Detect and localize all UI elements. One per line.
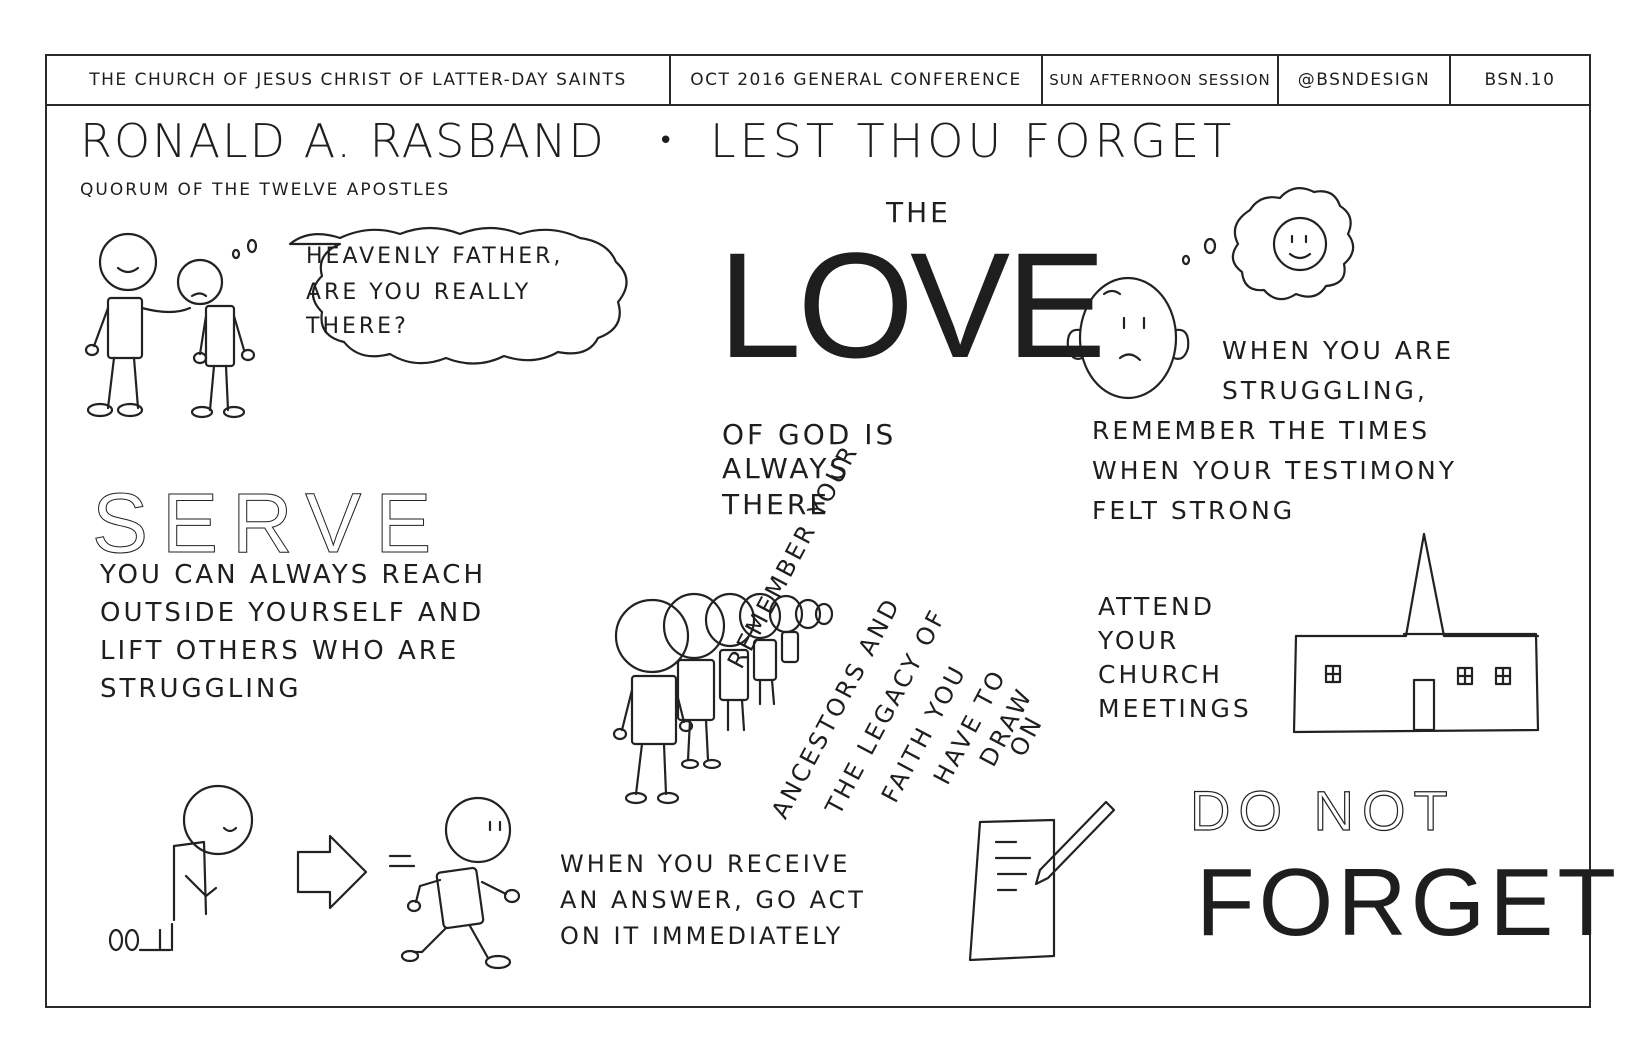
love-big-word: LOVE <box>718 221 1106 389</box>
journal-pen-icon <box>968 800 1116 962</box>
attend-line-2: YOUR <box>1098 626 1180 655</box>
answer-line-2: AN ANSWER, GO ACT <box>560 886 866 914</box>
attend-line-3: CHURCH <box>1098 660 1223 689</box>
forget-heading: FORGET <box>1196 849 1620 956</box>
serve-big-word: SERVE <box>91 476 446 570</box>
smiley-face-icon <box>1272 216 1328 272</box>
attend-line-1: ATTEND <box>1098 592 1216 621</box>
speaker-name: RONALD A. RASBAND <box>80 114 606 168</box>
praying-figure-icon <box>108 784 254 952</box>
serve-line-4: STRUGGLING <box>100 674 302 704</box>
title-separator-dot: • <box>658 126 674 156</box>
answer-line-3: ON IT IMMEDIATELY <box>560 922 844 950</box>
struggling-line-5: FELT STRONG <box>1092 496 1296 525</box>
struggling-line-1: WHEN YOU ARE <box>1222 336 1455 365</box>
speaker-calling: QUORUM OF THE TWELVE APOSTLES <box>80 180 451 200</box>
church-building-icon <box>1292 532 1540 734</box>
struggling-line-2: STRUGGLING, <box>1222 376 1428 405</box>
bubble-line-3: THERE? <box>306 314 409 339</box>
attend-line-4: MEETINGS <box>1098 694 1252 723</box>
serve-line-3: LIFT OTHERS WHO ARE <box>100 636 460 666</box>
do-not-heading: DO NOT <box>1189 778 1456 842</box>
happy-thought-cloud-shape <box>1231 187 1355 301</box>
running-figure-icon <box>388 796 521 970</box>
answer-line-1: WHEN YOU RECEIVE <box>560 850 851 878</box>
love-line-1: OF GOD IS <box>722 418 897 451</box>
stick-figures-comforting-icon <box>84 232 258 419</box>
talk-title: LEST THOU FORGET <box>710 114 1236 168</box>
right-arrow-icon <box>296 834 368 910</box>
bubble-line-2: ARE YOU REALLY <box>306 280 532 305</box>
struggling-line-3: REMEMBER THE TIMES <box>1092 416 1431 445</box>
struggling-line-4: WHEN YOUR TESTIMONY <box>1092 456 1457 485</box>
bubble-line-1: HEAVENLY FATHER, <box>306 244 564 269</box>
serve-line-1: YOU CAN ALWAYS REACH <box>100 560 486 590</box>
serve-line-2: OUTSIDE YOURSELF AND <box>100 598 485 628</box>
